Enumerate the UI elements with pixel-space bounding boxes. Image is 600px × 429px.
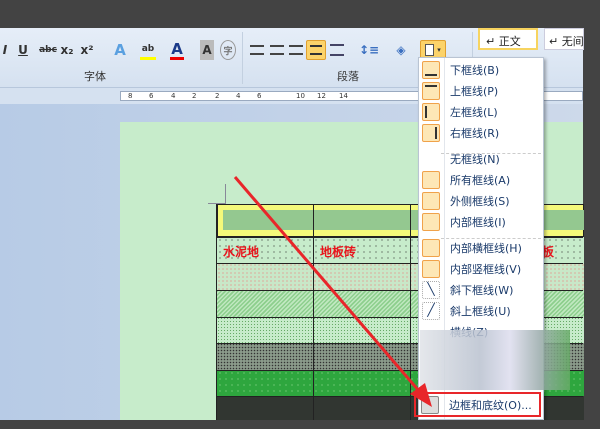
bottom-bar — [0, 420, 600, 429]
annotation-arrow — [233, 176, 432, 407]
